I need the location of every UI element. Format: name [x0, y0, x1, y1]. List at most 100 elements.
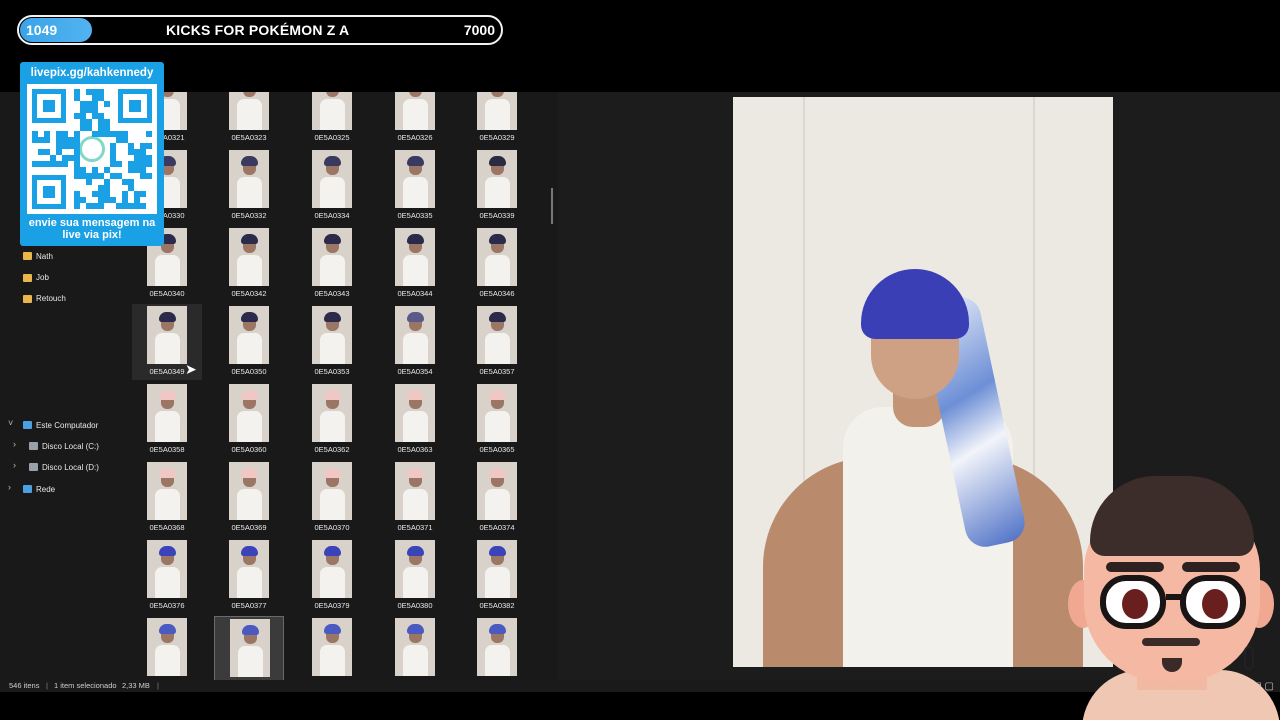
avatar-glasses-lens	[1100, 575, 1166, 629]
qr-module	[104, 101, 110, 107]
goal-target-value: 7000	[463, 22, 495, 38]
chevron-right-icon[interactable]: ›	[8, 482, 11, 492]
file-thumbnail	[312, 150, 352, 208]
file-tile[interactable]: 0E5A0360	[214, 382, 284, 458]
livepix-message: envie sua mensagem na live via pix!	[28, 217, 156, 241]
thumbnail-body	[237, 255, 262, 286]
sidebar-item-este-computador[interactable]: Este Computador	[23, 416, 98, 434]
sidebar-item-disco-local-c[interactable]: Disco Local (C:)	[29, 437, 99, 455]
file-name: 0E5A0340	[149, 289, 185, 298]
livepix-url: livepix.gg/kahkennedy	[30, 67, 154, 79]
thumbnail-body	[403, 645, 428, 676]
sidebar-item-retouch[interactable]: Retouch	[23, 290, 66, 308]
selection-size: 2,33 MB	[122, 681, 150, 690]
avatar-brow	[1106, 562, 1164, 572]
chevron-right-icon[interactable]: ›	[13, 460, 16, 470]
file-tile[interactable]: 0E5A0334	[297, 148, 367, 224]
file-tile[interactable]: 0E5A0376	[132, 538, 202, 614]
sidebar-item-rede[interactable]: Rede	[23, 480, 55, 498]
file-tile[interactable]: 0E5A0380	[380, 538, 450, 614]
file-tile[interactable]: 0E5A0335	[380, 148, 450, 224]
file-thumbnail	[229, 228, 269, 286]
file-tile[interactable]: 0E5A0323	[214, 92, 284, 146]
file-tile[interactable]: 0E5A0370	[297, 460, 367, 536]
file-tile[interactable]: 0E5A0365	[462, 382, 532, 458]
qr-module	[86, 179, 92, 185]
file-tile[interactable]: 0E5A0388	[380, 616, 450, 680]
file-tile[interactable]: 0E5A0389	[462, 616, 532, 680]
thumbnail-wrap	[241, 390, 258, 400]
file-tile[interactable]: 0E5A0358	[132, 382, 202, 458]
file-tile[interactable]: 0E5A0357	[462, 304, 532, 380]
file-tile[interactable]: 0E5A0387	[297, 616, 367, 680]
file-tile[interactable]: 0E5A0354	[380, 304, 450, 380]
file-tile[interactable]: 0E5A0386	[214, 616, 284, 680]
file-name: 0E5A0325	[314, 133, 350, 142]
thumbnail-wrap	[241, 312, 258, 322]
thumbnail-wrap	[241, 468, 258, 478]
file-grid-scrollbar[interactable]	[551, 188, 553, 224]
network-icon	[23, 485, 32, 493]
thumbnail-body	[403, 489, 428, 520]
file-tile[interactable]: 0E5A0362	[297, 382, 367, 458]
file-thumbnail	[230, 619, 270, 677]
file-tile[interactable]: 0E5A0369	[214, 460, 284, 536]
thumbnail-wrap	[324, 156, 341, 166]
file-tile[interactable]: 0E5A0344	[380, 226, 450, 302]
file-name: 0E5A0365	[479, 445, 515, 454]
chevron-down-icon[interactable]: ˅	[8, 418, 13, 428]
qr-finder	[118, 89, 152, 123]
file-tile[interactable]: 0E5A0329	[462, 92, 532, 146]
file-thumbnail	[395, 462, 435, 520]
thumbnail-wrap	[489, 624, 506, 634]
avatar-glasses-lens	[1180, 575, 1246, 629]
thumbnail-wrap	[407, 624, 424, 634]
file-name: 0E5A0334	[314, 211, 350, 220]
sidebar-item-nath[interactable]: Nath	[23, 247, 53, 265]
file-grid: 0E5A0321 0E5A0323 0E5A0325 0E5A0326 0E5A0329…	[122, 92, 554, 680]
folder-icon	[23, 273, 32, 282]
qr-module	[146, 161, 152, 167]
file-tile[interactable]: 0E5A0363	[380, 382, 450, 458]
file-tile[interactable]: 0E5A0343	[297, 226, 367, 302]
sidebar-item-disco-local-d[interactable]: Disco Local (D:)	[29, 458, 99, 476]
file-tile[interactable]: 0E5A0382	[462, 538, 532, 614]
file-tile[interactable]: 0E5A0342	[214, 226, 284, 302]
thumbnail-wrap	[159, 624, 176, 634]
thumbnail-body	[403, 99, 428, 130]
thumbnail-body	[403, 567, 428, 598]
thumbnail-body	[485, 411, 510, 442]
file-tile[interactable]: 0E5A0332	[214, 148, 284, 224]
file-name: 0E5A0343	[314, 289, 350, 298]
file-tile[interactable]: 0E5A0377	[214, 538, 284, 614]
file-tile[interactable]: 0E5A0368	[132, 460, 202, 536]
folder-icon	[23, 252, 32, 261]
sidebar-item-job[interactable]: Job	[23, 269, 49, 287]
file-tile[interactable]: 0E5A0385	[132, 616, 202, 680]
file-tile[interactable]: 0E5A0326	[380, 92, 450, 146]
file-tile[interactable]: 0E5A0325	[297, 92, 367, 146]
thumbnail-wrap	[324, 468, 341, 478]
file-thumbnail	[477, 92, 517, 130]
file-tile[interactable]: 0E5A0374	[462, 460, 532, 536]
file-tile[interactable]: 0E5A0379	[297, 538, 367, 614]
file-thumbnail	[312, 540, 352, 598]
file-tile[interactable]: 0E5A0353	[297, 304, 367, 380]
stream-goal-bar: 1049 KICKS FOR POKÉMON Z A 7000	[17, 15, 503, 45]
thumbnail-wrap	[324, 390, 341, 400]
thumbnail-body	[237, 99, 262, 130]
file-name: 0E5A0379	[314, 601, 350, 610]
file-tile[interactable]: 0E5A0339	[462, 148, 532, 224]
qr-code	[27, 84, 157, 214]
thumbnail-wrap	[407, 234, 424, 244]
chevron-right-icon[interactable]: ›	[13, 439, 16, 449]
file-thumbnail	[312, 462, 352, 520]
thumbnail-body	[320, 411, 345, 442]
thumbnail-wrap	[407, 156, 424, 166]
file-tile[interactable]: 0E5A0346	[462, 226, 532, 302]
thumbnail-wrap	[407, 546, 424, 556]
file-name: 0E5A0360	[231, 445, 267, 454]
file-tile[interactable]: 0E5A0371	[380, 460, 450, 536]
file-name: 0E5A0371	[397, 523, 433, 532]
file-tile[interactable]: 0E5A0350	[214, 304, 284, 380]
